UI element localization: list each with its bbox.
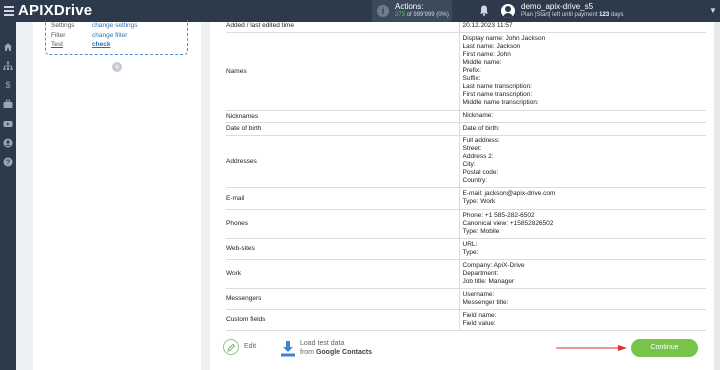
- test-label: Test: [51, 41, 63, 48]
- row-key: Work: [226, 259, 460, 289]
- table-row: Nicknames Nickname:: [226, 110, 706, 123]
- change-settings-link[interactable]: change settings: [92, 22, 138, 29]
- avatar[interactable]: [501, 4, 515, 18]
- row-key: Phones: [226, 209, 460, 239]
- actions-label: Actions:: [395, 2, 424, 11]
- table-row: Work Company: ApiX-Drive Department: Job…: [226, 259, 706, 289]
- sidebar: [0, 22, 16, 370]
- table-row: Web-sites URL: Type:: [226, 238, 706, 260]
- dollar-icon[interactable]: $: [3, 80, 13, 90]
- plan-info: Plan |Start| left until payment 123 days: [521, 12, 624, 18]
- row-key: Custom fields: [226, 309, 460, 331]
- row-value: Phone: +1 585-282-6502 Canonical view: +…: [459, 209, 706, 239]
- row-key: Addresses: [226, 135, 460, 188]
- briefcase-icon[interactable]: [3, 99, 13, 109]
- info-icon: i: [377, 5, 389, 17]
- table-row: Added / last edited time 20.12.2023 11:5…: [226, 22, 706, 33]
- row-value: URL: Type:: [459, 238, 706, 260]
- row-value: Date of birth:: [459, 122, 706, 136]
- menu-icon[interactable]: [4, 6, 14, 18]
- actions-count: 273 of 999'999 (0%): [395, 12, 449, 18]
- table-row: Messengers Username: Messenger title:: [226, 288, 706, 310]
- change-filter-link[interactable]: change filter: [92, 32, 127, 39]
- row-value: Full address: Street: Address 2: City: P…: [459, 135, 706, 188]
- download-icon[interactable]: [281, 341, 295, 357]
- username[interactable]: demo_apix-drive_s5: [521, 2, 593, 11]
- app-logo[interactable]: APIXDrive: [18, 2, 92, 19]
- continue-button[interactable]: Continue: [631, 339, 698, 357]
- row-key: Added / last edited time: [226, 22, 460, 33]
- table-row: Names Display name: John Jackson Last na…: [226, 32, 706, 111]
- load-test-data-button[interactable]: Load test data: [300, 340, 344, 347]
- row-key: Names: [226, 32, 460, 111]
- scrollbar[interactable]: [714, 22, 720, 370]
- pencil-icon: [226, 343, 235, 352]
- row-value: Field name: Field value:: [459, 309, 706, 331]
- row-key: Messengers: [226, 288, 460, 310]
- video-icon[interactable]: [3, 119, 13, 129]
- arrow-annotation: [556, 345, 627, 351]
- actions-counter: i Actions: 273 of 999'999 (0%): [372, 0, 452, 22]
- row-key: E-mail: [226, 187, 460, 210]
- table-row: Addresses Full address: Street: Address …: [226, 135, 706, 188]
- svg-text:?: ?: [6, 160, 10, 167]
- table-row: Phones Phone: +1 585-282-6502 Canonical …: [226, 209, 706, 239]
- row-value: E-mail: jackson@apix-drive.com Type: Wor…: [459, 187, 706, 210]
- row-key: Date of birth: [226, 122, 460, 136]
- edit-label[interactable]: Edit: [244, 343, 256, 350]
- settings-label: Settings: [51, 22, 75, 29]
- left-panel: +: [33, 20, 201, 370]
- row-value: 20.12.2023 11:57: [459, 22, 706, 33]
- table-row: Date of birth Date of birth:: [226, 122, 706, 136]
- filter-label: Filter: [51, 32, 66, 39]
- row-value: Nickname:: [459, 110, 706, 123]
- sitemap-icon[interactable]: [3, 61, 13, 71]
- home-icon[interactable]: [3, 42, 13, 52]
- row-key: Web-sites: [226, 238, 460, 260]
- row-key: Nicknames: [226, 110, 460, 123]
- table-row: Custom fields Field name: Field value:: [226, 309, 706, 331]
- check-link[interactable]: check: [92, 41, 110, 48]
- table-row: E-mail E-mail: jackson@apix-drive.com Ty…: [226, 187, 706, 210]
- row-value: Company: ApiX-Drive Department: Job titl…: [459, 259, 706, 289]
- load-source-label[interactable]: from Google Contacts: [300, 349, 372, 356]
- user-icon[interactable]: [3, 138, 13, 148]
- chevron-down-icon[interactable]: ▼: [709, 6, 717, 15]
- row-value: Username: Messenger title:: [459, 288, 706, 310]
- top-bar: [0, 0, 720, 22]
- edit-button[interactable]: [223, 339, 239, 355]
- test-data-table: Added / last edited time 20.12.2023 11:5…: [226, 22, 706, 331]
- bell-icon[interactable]: [479, 5, 489, 16]
- add-step-icon[interactable]: +: [112, 62, 122, 72]
- row-value: Display name: John Jackson Last name: Ja…: [459, 32, 706, 111]
- help-icon[interactable]: ?: [3, 157, 13, 167]
